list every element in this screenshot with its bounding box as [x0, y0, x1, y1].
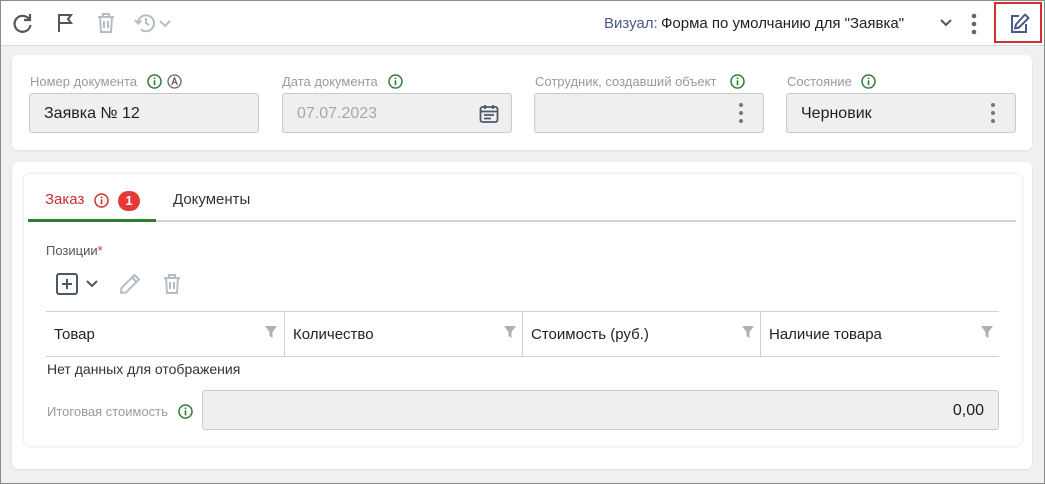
doc-number-value: Заявка № 12 [44, 105, 140, 122]
state-label: Состояние [787, 74, 852, 89]
visual-selector[interactable]: Форма по умолчанию для "Заявка" [661, 15, 904, 32]
error-info-icon [94, 193, 109, 208]
trash-icon[interactable] [161, 272, 183, 296]
tab-divider [28, 220, 1016, 222]
doc-date-label: Дата документа [282, 74, 378, 89]
total-cost-value: 0,00 [952, 402, 984, 419]
doc-number-field[interactable]: Заявка № 12 [29, 93, 259, 133]
total-cost-label: Итоговая стоимость [47, 404, 168, 419]
state-value: Черновик [801, 105, 872, 122]
edit-button[interactable] [994, 2, 1042, 43]
positions-label: Позиции* [46, 243, 103, 258]
filter-icon[interactable] [503, 325, 517, 339]
total-cost-field[interactable]: 0,00 [202, 390, 999, 430]
calendar-icon[interactable] [478, 103, 500, 125]
creator-label: Сотрудник, создавший объект [535, 74, 717, 89]
info-icon[interactable] [730, 74, 745, 89]
doc-number-label: Номер документа [30, 74, 138, 89]
info-icon[interactable] [147, 74, 162, 89]
kebab-icon[interactable] [990, 102, 996, 124]
flag-icon[interactable] [54, 11, 78, 35]
column-header-product[interactable]: Товар [46, 312, 285, 356]
filter-icon[interactable] [980, 325, 994, 339]
tab-documents-label: Документы [173, 191, 251, 208]
kebab-icon[interactable] [971, 13, 977, 35]
pencil-icon[interactable] [118, 272, 142, 296]
window-frame: Визуал: Форма по умолчанию для "Заявка" … [0, 0, 1045, 484]
tab-documents[interactable]: Документы [173, 191, 250, 208]
filter-icon[interactable] [741, 325, 755, 339]
state-field[interactable]: Черновик [786, 93, 1016, 133]
column-header-availability[interactable]: Наличие товара [761, 312, 999, 356]
filter-icon[interactable] [264, 325, 278, 339]
trash-icon[interactable] [94, 11, 118, 35]
info-icon[interactable] [178, 404, 193, 419]
toolbar: Визуал: Форма по умолчанию для "Заявка" [1, 1, 1044, 46]
refresh-icon[interactable] [11, 11, 35, 35]
auto-number-icon [167, 74, 182, 89]
edit-icon [1011, 13, 1030, 33]
column-header-quantity[interactable]: Количество [285, 312, 523, 356]
chevron-down-icon[interactable] [157, 11, 173, 35]
empty-grid-message: Нет данных для отображения [47, 361, 241, 377]
error-count-badge: 1 [118, 191, 140, 211]
add-icon[interactable] [55, 272, 79, 296]
active-tab-indicator [28, 219, 156, 222]
info-icon[interactable] [388, 74, 403, 89]
tab-order[interactable]: Заказ [45, 191, 84, 208]
positions-grid-header: Товар Количество Стоимость (руб.) Наличи… [46, 311, 999, 357]
column-header-cost[interactable]: Стоимость (руб.) [523, 312, 761, 356]
required-mark: * [97, 243, 103, 258]
history-icon[interactable] [134, 11, 158, 35]
visual-label: Визуал: [604, 15, 658, 32]
kebab-icon[interactable] [738, 102, 744, 124]
doc-date-field[interactable]: 07.07.2023 [282, 93, 512, 133]
creator-field[interactable] [534, 93, 764, 133]
chevron-down-icon[interactable] [939, 15, 953, 31]
doc-date-value: 07.07.2023 [297, 105, 378, 122]
chevron-down-icon[interactable] [84, 276, 100, 292]
tab-order-label: Заказ [45, 191, 85, 208]
info-icon[interactable] [861, 74, 876, 89]
